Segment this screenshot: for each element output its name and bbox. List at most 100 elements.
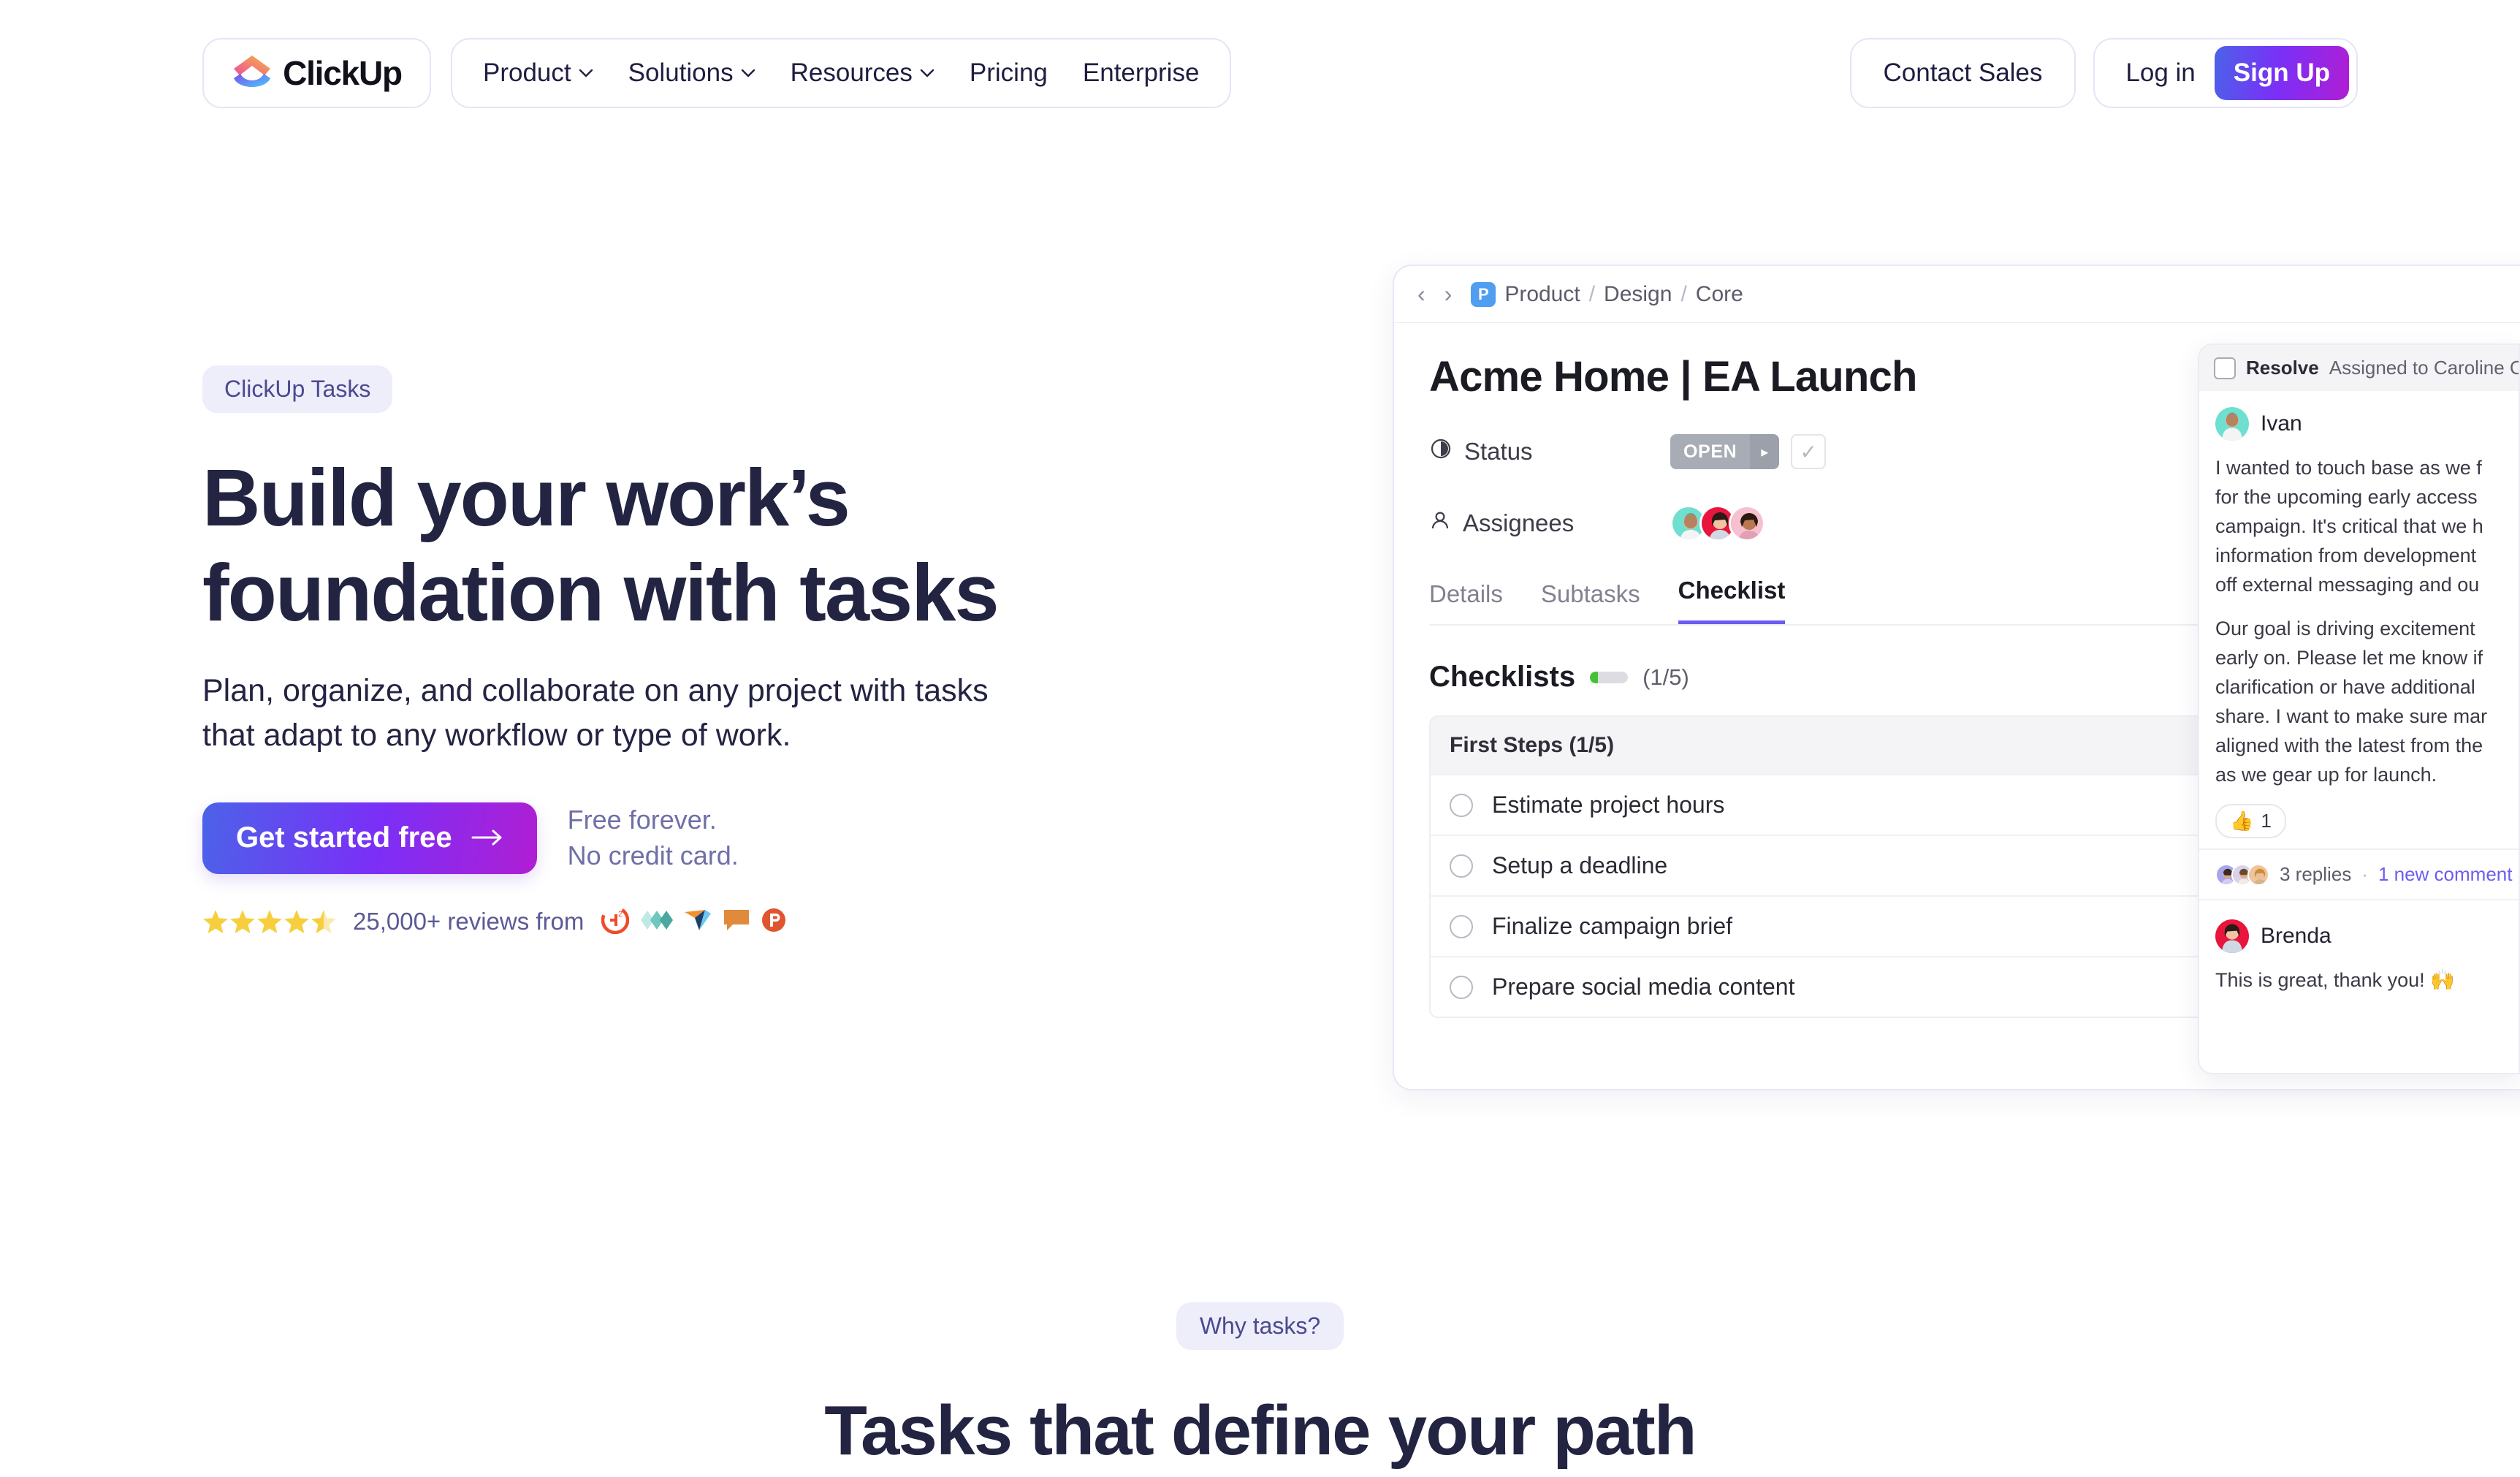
comment-author: Ivan <box>2261 411 2302 436</box>
review-brand-logos: 2 <box>601 905 787 938</box>
checkbox-unchecked-icon[interactable] <box>1450 914 1473 938</box>
resolve-bar: Resolve Assigned to Caroline C <box>2199 345 2519 391</box>
cta-note: Free forever. No credit card. <box>568 802 739 874</box>
comment-line: information from development <box>2215 544 2477 566</box>
tab-checklist[interactable]: Checklist <box>1678 577 1786 624</box>
separator-dot: · <box>2361 863 2368 886</box>
nav-item-pricing[interactable]: Pricing <box>970 58 1048 88</box>
contact-sales-button[interactable]: Contact Sales <box>1849 38 2076 108</box>
status-clock-icon <box>1429 437 1453 466</box>
hero-subtitle-line-2: that adapt to any workflow or type of wo… <box>202 718 791 753</box>
status-field-label: Status <box>1429 437 1670 466</box>
checkbox-unchecked-icon[interactable] <box>1450 975 1473 999</box>
breadcrumb: P Product / Design / Core <box>1471 281 1743 307</box>
tab-details[interactable]: Details <box>1429 580 1503 624</box>
comment-line: off external messaging and ou <box>2215 573 2480 596</box>
chevron-down-icon <box>741 69 755 77</box>
chevron-right-icon[interactable]: › <box>1444 281 1453 308</box>
nav-item-enterprise-label: Enterprise <box>1082 58 1200 87</box>
breadcrumb-item-design[interactable]: Design <box>1604 282 1672 307</box>
chevron-down-icon <box>920 69 934 77</box>
breadcrumb-separator: / <box>1680 281 1687 306</box>
assignees-label-text: Assignees <box>1463 509 1575 536</box>
avatar[interactable] <box>1729 505 1765 542</box>
auth-group: Log in Sign Up <box>2093 38 2358 108</box>
project-badge: P <box>1471 281 1496 307</box>
reviews-row: 25,000+ reviews from 2 <box>202 905 1298 938</box>
nav-item-resources-label: Resources <box>790 58 913 87</box>
hero-heading-line-1: Build your work’s <box>202 453 850 543</box>
checklist-item-label: Finalize campaign brief <box>1492 913 1733 939</box>
nav-actions-group: Contact Sales Log in Sign Up <box>1849 37 2358 110</box>
reviews-count-text: 25,000+ reviews from <box>353 908 585 935</box>
svg-text:2: 2 <box>618 910 623 919</box>
mark-complete-button[interactable]: ✓ <box>1791 434 1827 469</box>
caret-right-icon: ▸ <box>1750 434 1780 469</box>
replies-row[interactable]: 3 replies · 1 new comment <box>2199 848 2519 899</box>
capterra-logo-icon <box>639 908 674 936</box>
nav-item-resources[interactable]: Resources <box>791 58 934 88</box>
reaction-count: 1 <box>2261 810 2272 832</box>
new-comment-link[interactable]: 1 new comment <box>2378 863 2513 886</box>
nav-item-pricing-label: Pricing <box>969 58 1048 87</box>
checkbox-unchecked-icon[interactable] <box>1450 793 1473 817</box>
page-title: Build your work’s foundation with tasks <box>202 451 1298 641</box>
nav-item-product[interactable]: Product <box>483 58 593 88</box>
comment-header: Brenda <box>2215 919 2502 954</box>
comment-body: This is great, thank you! 🙌 <box>2215 969 2455 992</box>
comment-line: as we gear up for launch. <box>2215 763 2437 786</box>
comment-line: clarification or have additional <box>2215 675 2475 698</box>
hero-heading-line-2: foundation with tasks <box>202 547 1000 638</box>
arrow-right-icon <box>471 821 503 854</box>
star-rating <box>202 908 340 935</box>
assignees-field-label: Assignees <box>1429 509 1670 537</box>
cta-note-line-1: Free forever. <box>567 804 717 835</box>
nav-item-solutions-label: Solutions <box>628 58 734 87</box>
tab-subtasks[interactable]: Subtasks <box>1541 580 1640 624</box>
get-started-free-button[interactable]: Get started free <box>202 802 537 874</box>
comment-item: Brenda This is great, thank you! 🙌 <box>2199 899 2519 1006</box>
comment-line: early on. Please let me know if <box>2215 646 2483 669</box>
replies-count: 3 replies <box>2280 863 2352 886</box>
hero-section: ClickUp Tasks Build your work’s foundati… <box>202 365 1298 938</box>
resolve-label[interactable]: Resolve <box>2246 357 2319 379</box>
resolve-checkbox[interactable] <box>2214 357 2236 379</box>
getapp-logo-icon <box>683 908 712 936</box>
comment-line: I wanted to touch base as we f <box>2215 457 2482 479</box>
person-icon <box>1429 509 1451 537</box>
cta-note-line-2: No credit card. <box>567 840 739 870</box>
checklists-title: Checklists <box>1429 661 1576 693</box>
checkbox-unchecked-icon[interactable] <box>1450 854 1473 878</box>
software-advice-logo-icon <box>723 908 750 936</box>
comment-line: share. I want to make sure mar <box>2215 705 2488 727</box>
chevron-down-icon <box>579 69 593 77</box>
status-badge[interactable]: OPEN ▸ <box>1670 434 1780 469</box>
get-started-free-label: Get started free <box>236 821 452 854</box>
comment-item: Ivan I wanted to touch base as we f for … <box>2199 391 2519 848</box>
g2-logo-icon: 2 <box>601 905 630 938</box>
hero-subtitle-line-1: Plan, organize, and collaborate on any p… <box>202 672 989 708</box>
reaction-chip[interactable]: 👍 1 <box>2215 804 2286 839</box>
comment-line: aligned with the latest from the <box>2215 734 2483 756</box>
login-link[interactable]: Log in <box>2125 58 2195 88</box>
breadcrumb-item-product[interactable]: Product <box>1504 282 1580 307</box>
avatar[interactable] <box>2215 919 2249 954</box>
brand-name: ClickUp <box>283 54 403 92</box>
comment-line: Our goal is driving excitement <box>2215 617 2475 639</box>
status-label-text: Status <box>1464 438 1533 465</box>
chevron-left-icon[interactable]: ‹ <box>1417 281 1425 308</box>
why-tasks-heading: Tasks that define your path <box>824 1391 1697 1470</box>
nav-item-solutions[interactable]: Solutions <box>628 58 755 88</box>
breadcrumb-item-core[interactable]: Core <box>1696 282 1743 307</box>
nav-item-enterprise[interactable]: Enterprise <box>1083 58 1200 88</box>
app-breadcrumb-bar: ‹ › P Product / Design / Core <box>1394 266 2520 323</box>
avatar[interactable] <box>2215 407 2249 441</box>
clickup-logo-icon <box>232 54 273 92</box>
hero-eyebrow-badge: ClickUp Tasks <box>202 365 393 413</box>
assignee-avatars[interactable] <box>1670 505 1765 542</box>
thumbs-up-icon: 👍 <box>2230 810 2254 832</box>
signup-button[interactable]: Sign Up <box>2214 46 2349 100</box>
brand-logo-button[interactable]: ClickUp <box>202 38 431 108</box>
top-navigation-bar: ClickUp Product Solutions Resources Pric… <box>0 37 2520 110</box>
checklist-item-label: Estimate project hours <box>1492 791 1725 818</box>
